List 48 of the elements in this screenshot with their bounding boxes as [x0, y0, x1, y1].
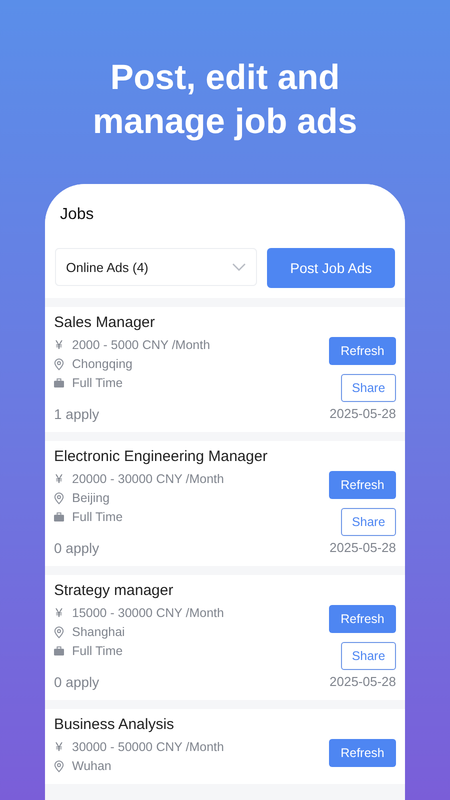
briefcase-icon [54, 646, 64, 656]
refresh-button[interactable]: Refresh [329, 471, 396, 499]
job-card[interactable]: Business Analysis ¥ 30000 - 50000 CNY /Month Wuhan Refresh [45, 709, 405, 784]
headline: Post, edit and manage job ads [92, 57, 358, 143]
apply-count: 0 apply [54, 540, 100, 556]
job-title: Business Analysis [54, 715, 176, 735]
refresh-button[interactable]: Refresh [329, 605, 396, 633]
job-title: Strategy manager [54, 581, 174, 601]
job-title: Electronic Engineering Manager [54, 447, 268, 467]
post-date: 2025-05-28 [330, 406, 396, 422]
job-type-text: Full Time [72, 644, 123, 658]
currency-sign: ¥ [54, 606, 64, 620]
refresh-button[interactable]: Refresh [329, 337, 396, 365]
briefcase-icon [54, 512, 64, 522]
job-type-text: Full Time [72, 510, 123, 524]
job-type-text: Full Time [72, 376, 123, 390]
location-text: Beijing [72, 491, 110, 505]
location-text: Chongqing [72, 357, 132, 371]
job-title: Sales Manager [54, 313, 156, 333]
filter-dropdown[interactable]: Online Ads (4) [55, 248, 257, 286]
salary-text: 15000 - 30000 CNY /Month [72, 606, 224, 620]
currency-sign: ¥ [54, 472, 64, 486]
location-pin-icon [54, 760, 64, 772]
apply-count: 1 apply [54, 406, 100, 422]
location-pin-icon [54, 358, 64, 370]
location-pin-icon [54, 492, 64, 504]
job-card[interactable]: Strategy manager ¥ 15000 - 30000 CNY /Month Shanghai Full Time Refresh Share 0 apply 2025-05-28 [45, 575, 405, 700]
job-card[interactable]: Electronic Engineering Manager ¥ 20000 - 30000 CNY /Month Beijing Full Time Refresh Share 0 apply 2025-05-28 [45, 441, 405, 566]
post-date: 2025-05-28 [330, 674, 396, 690]
job-card[interactable]: Sales Manager ¥ 2000 - 5000 CNY /Month Chongqing Full Time Refresh Share 1 apply 2025-05-28 [45, 307, 405, 432]
share-button[interactable]: Share [341, 508, 396, 536]
share-button[interactable]: Share [341, 374, 396, 402]
location-pin-icon [54, 626, 64, 638]
screen-title: Jobs [45, 184, 405, 248]
currency-sign: ¥ [54, 740, 64, 754]
refresh-button[interactable]: Refresh [329, 739, 396, 767]
location-text: Wuhan [72, 759, 112, 773]
currency-sign: ¥ [54, 338, 64, 352]
apply-count: 0 apply [54, 674, 100, 690]
salary-text: 20000 - 30000 CNY /Month [72, 472, 224, 486]
salary-text: 30000 - 50000 CNY /Month [72, 740, 224, 754]
post-date: 2025-05-28 [330, 540, 396, 556]
briefcase-icon [54, 378, 64, 388]
chevron-down-icon [232, 263, 246, 271]
salary-text: 2000 - 5000 CNY /Month [72, 338, 210, 352]
post-job-ads-button[interactable]: Post Job Ads [267, 248, 395, 288]
share-button[interactable]: Share [341, 642, 396, 670]
location-text: Shanghai [72, 625, 125, 639]
